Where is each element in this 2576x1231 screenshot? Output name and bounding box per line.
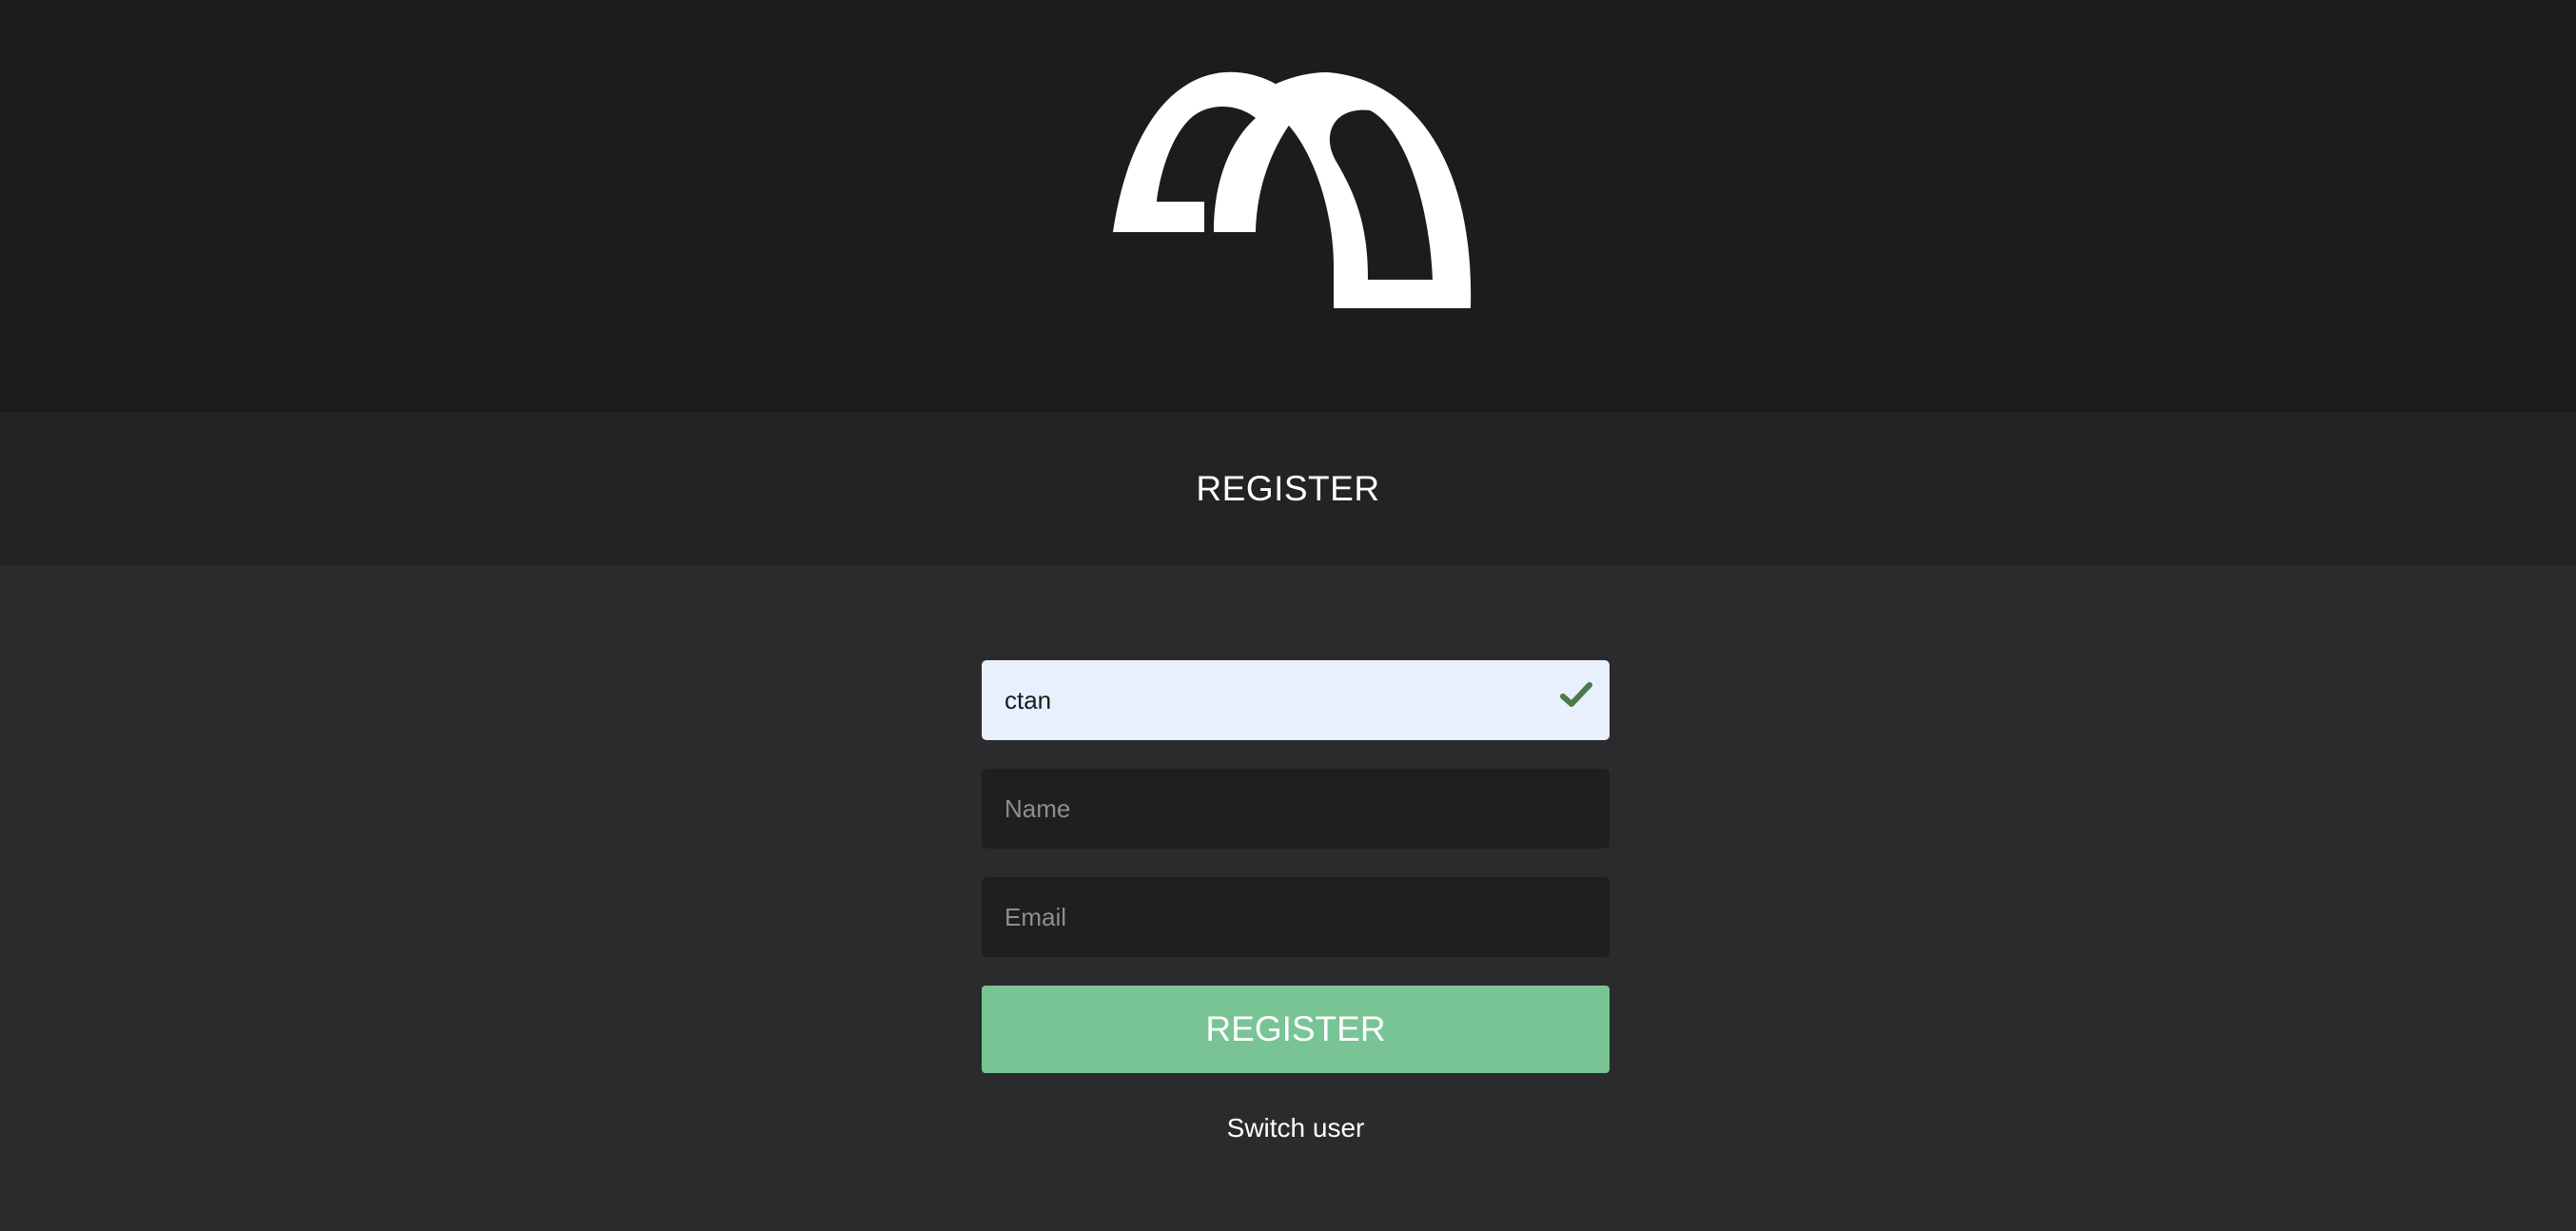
checkmark-icon bbox=[1560, 682, 1592, 707]
name-field[interactable] bbox=[982, 769, 1610, 849]
email-field[interactable] bbox=[982, 877, 1610, 957]
switch-user-link[interactable]: Switch user bbox=[982, 1113, 1610, 1143]
username-field[interactable] bbox=[982, 660, 1610, 740]
email-field-wrapper bbox=[982, 877, 1610, 957]
title-band: REGISTER bbox=[0, 412, 2576, 565]
name-field-wrapper bbox=[982, 769, 1610, 849]
register-button[interactable]: REGISTER bbox=[982, 986, 1610, 1073]
page-title: REGISTER bbox=[1196, 468, 1380, 508]
arch-m-logo-icon bbox=[1113, 71, 1472, 308]
header bbox=[0, 0, 2576, 412]
username-field-wrapper bbox=[982, 660, 1610, 740]
register-form: REGISTER Switch user bbox=[982, 660, 1610, 1143]
